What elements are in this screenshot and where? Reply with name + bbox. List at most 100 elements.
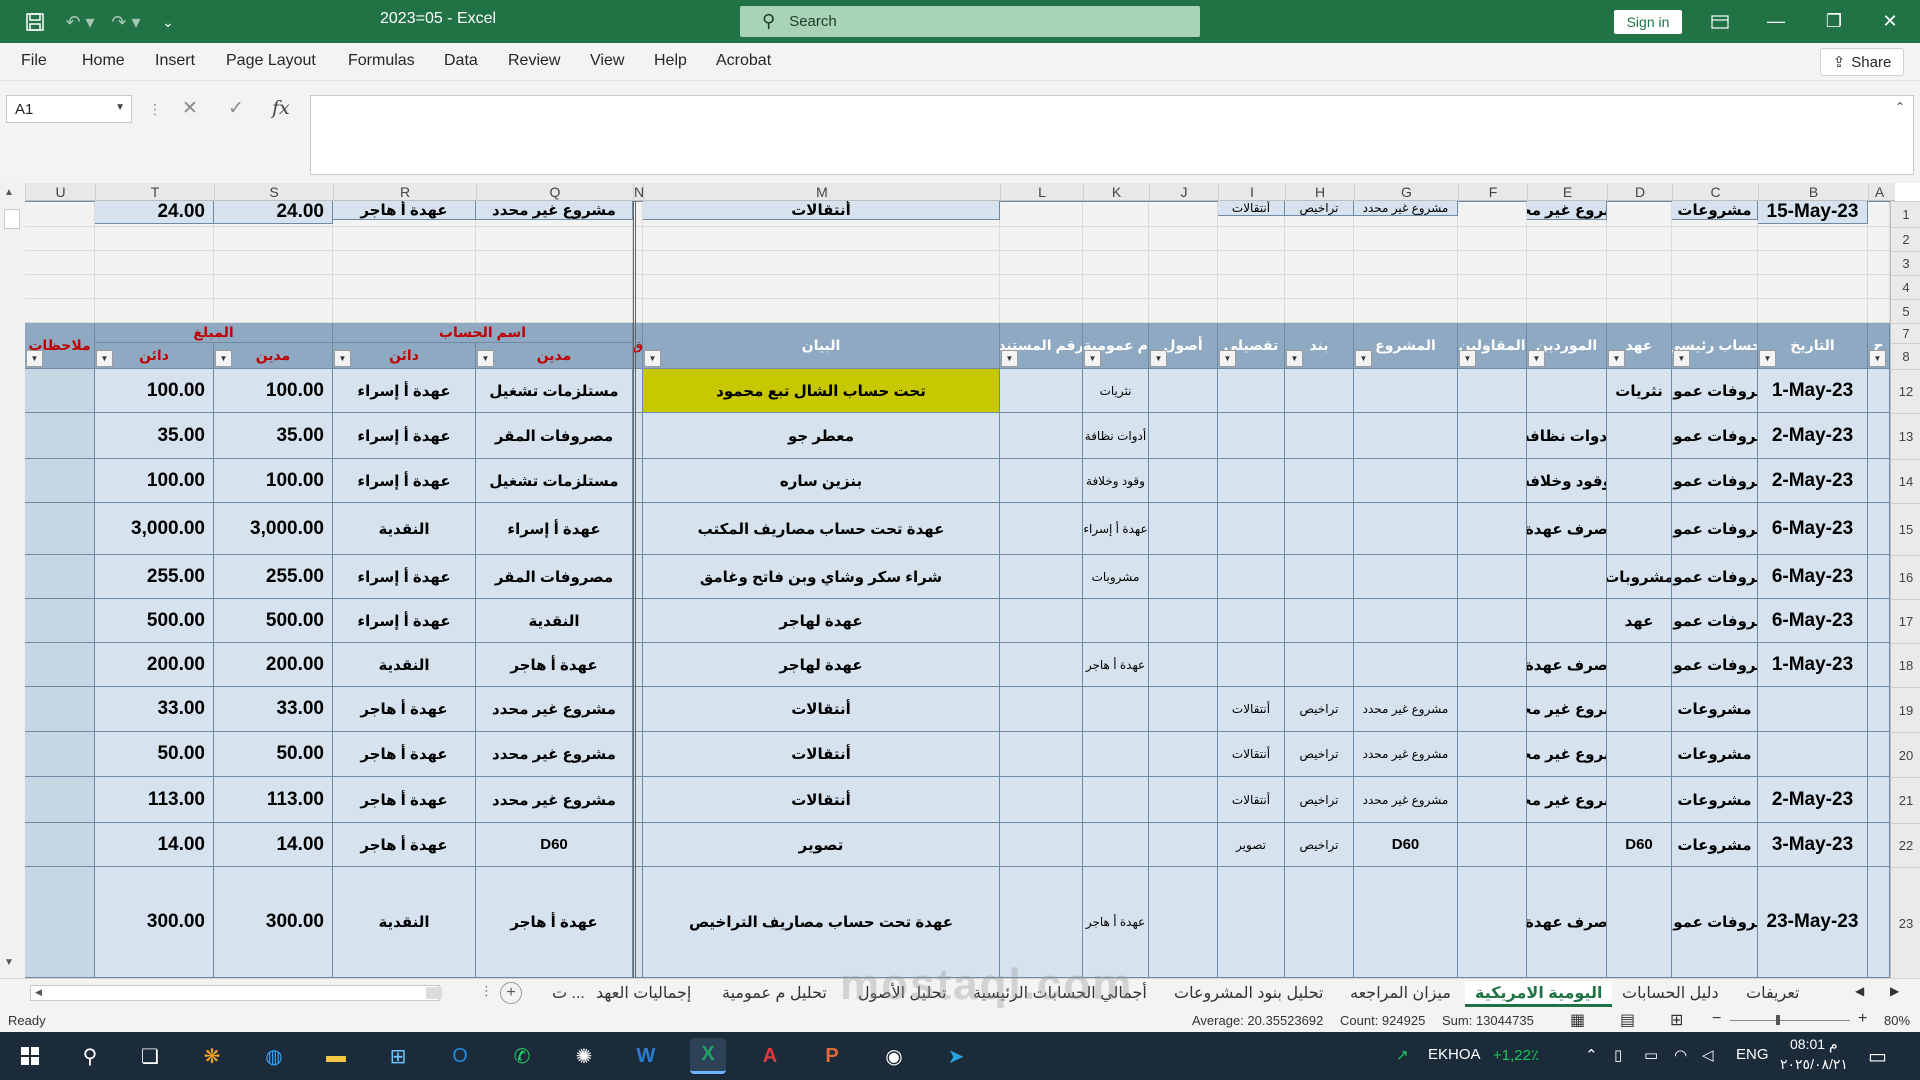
filter-dropdown-icon[interactable]: ▼ xyxy=(644,350,661,367)
scroll-up-icon[interactable]: ▲ xyxy=(4,187,14,198)
cancel-icon[interactable]: ✕ xyxy=(182,97,198,120)
debit-amount-cell[interactable]: 100.00 xyxy=(214,369,333,413)
tab-data[interactable]: Data xyxy=(444,52,478,70)
item-cell[interactable] xyxy=(1285,555,1354,599)
empty-cell[interactable] xyxy=(1527,275,1607,299)
debit-account-cell[interactable]: مصروفات المقر xyxy=(476,555,633,599)
custody-cell[interactable]: عهد xyxy=(1607,599,1672,643)
start-icon[interactable] xyxy=(12,1038,48,1074)
credit-amount-cell[interactable]: 300.00 xyxy=(95,867,214,978)
item-cell[interactable]: تراخيص xyxy=(1285,732,1354,777)
empty-cell[interactable] xyxy=(1149,227,1218,251)
custody-cell[interactable] xyxy=(1607,643,1672,687)
tab-formulas[interactable]: Formulas xyxy=(348,52,415,70)
zoom-out-icon[interactable]: − xyxy=(1712,1010,1721,1028)
empty-cell[interactable] xyxy=(1607,299,1672,323)
empty-cell[interactable] xyxy=(1758,299,1868,323)
item-cell[interactable]: تراخيص xyxy=(1285,777,1354,823)
empty-cell[interactable] xyxy=(1218,299,1285,323)
empty-cell[interactable] xyxy=(25,201,95,227)
empty-cell[interactable] xyxy=(333,275,476,299)
empty-cell[interactable] xyxy=(1354,251,1458,275)
zoom-level[interactable]: 80% xyxy=(1884,1013,1910,1028)
empty-cell[interactable] xyxy=(1083,227,1149,251)
detail-cell[interactable] xyxy=(1218,599,1285,643)
assets-cell[interactable] xyxy=(1149,687,1218,732)
debit-amount-cell[interactable]: 14.00 xyxy=(214,823,333,867)
credit-amount-cell[interactable]: 3,000.00 xyxy=(95,503,214,555)
row-header-20[interactable]: 20 xyxy=(1891,732,1920,777)
detail-cell[interactable]: أنتقالات xyxy=(1218,687,1285,732)
date-cell[interactable]: 2-May-23 xyxy=(1758,777,1868,823)
suppliers-cell[interactable]: وقود وخلافة xyxy=(1527,459,1607,503)
empty-cell[interactable] xyxy=(1000,275,1083,299)
debit-amount-cell[interactable]: 100.00 xyxy=(214,459,333,503)
doc-no-cell[interactable] xyxy=(1000,503,1083,555)
credit-amount-cell[interactable]: 14.00 xyxy=(95,823,214,867)
column-header-a[interactable]: A xyxy=(1868,183,1890,201)
empty-cell[interactable] xyxy=(214,251,333,275)
debit-account-cell[interactable]: عهدة أ هاجر xyxy=(476,643,633,687)
notes-cell[interactable] xyxy=(25,413,95,459)
assets-cell[interactable] xyxy=(1149,643,1218,687)
empty-cell[interactable] xyxy=(476,251,633,275)
header-main-account[interactable]: حساب رئيسي ▼ xyxy=(1672,323,1758,369)
main-account-cell[interactable]: مصروفات عمومية xyxy=(1672,413,1758,459)
project-cell[interactable] xyxy=(1354,503,1458,555)
tab-insert[interactable]: Insert xyxy=(155,52,195,70)
assets-cell[interactable] xyxy=(1149,777,1218,823)
partial-cell[interactable] xyxy=(1868,777,1890,823)
suppliers-cell[interactable] xyxy=(1527,369,1607,413)
column-header-t[interactable]: T xyxy=(95,183,214,201)
collapse-formula-bar-icon[interactable]: ⌃ xyxy=(1895,100,1905,114)
contractors-cell[interactable] xyxy=(1458,643,1527,687)
column-header-n[interactable]: N xyxy=(633,183,644,201)
doc-no-cell[interactable] xyxy=(1000,459,1083,503)
empty-cell[interactable] xyxy=(333,227,476,251)
empty-cell[interactable] xyxy=(1758,275,1868,299)
detail-cell[interactable] xyxy=(1218,369,1285,413)
partial-cell[interactable] xyxy=(1868,687,1890,732)
empty-cell[interactable] xyxy=(25,251,95,275)
header-account-credit[interactable]: دائن ▼ xyxy=(333,343,476,369)
empty-cell[interactable] xyxy=(333,299,476,323)
custody-cell[interactable] xyxy=(1607,503,1672,555)
custody-cell[interactable] xyxy=(1607,201,1672,202)
debit-account-cell[interactable]: D60 xyxy=(476,823,633,867)
zoom-in-icon[interactable]: + xyxy=(1858,1010,1867,1028)
item-cell[interactable]: تراخيص xyxy=(1285,201,1354,216)
partial-cell[interactable] xyxy=(1868,413,1890,459)
detail-cell[interactable] xyxy=(1218,867,1285,978)
doc-no-cell[interactable] xyxy=(1000,201,1083,202)
empty-cell[interactable] xyxy=(1607,201,1672,227)
item-cell[interactable]: تراخيص xyxy=(1285,687,1354,732)
partial-cell[interactable] xyxy=(1868,369,1890,413)
general-exp-cell[interactable] xyxy=(1083,201,1149,202)
statement-cell[interactable]: عهدة تحت حساب مصاريف التراخيص xyxy=(643,867,1000,978)
doc-no-cell[interactable] xyxy=(1000,777,1083,823)
empty-cell[interactable] xyxy=(1758,251,1868,275)
header-item[interactable]: بند ▼ xyxy=(1285,323,1354,369)
contractors-cell[interactable] xyxy=(1458,599,1527,643)
file-explorer-icon[interactable]: ▬ xyxy=(318,1038,354,1074)
doc-no-cell[interactable] xyxy=(1000,823,1083,867)
date-cell[interactable]: 23-May-23 xyxy=(1758,867,1868,978)
credit-account-cell[interactable]: عهدة أ إسراء xyxy=(333,599,476,643)
detail-cell[interactable]: تصوير xyxy=(1218,823,1285,867)
task-view-icon[interactable]: ❏ xyxy=(132,1038,168,1074)
share-button[interactable]: ⇪ Share xyxy=(1820,48,1904,76)
date-cell[interactable]: 3-May-23 xyxy=(1758,823,1868,867)
empty-cell[interactable] xyxy=(95,251,214,275)
column-header-g[interactable]: G xyxy=(1354,183,1458,201)
empty-cell[interactable] xyxy=(1083,275,1149,299)
empty-cell[interactable] xyxy=(1000,227,1083,251)
sheet-tab[interactable]: اليومية الامريكية xyxy=(1465,981,1613,1007)
empty-cell[interactable] xyxy=(1527,227,1607,251)
filter-dropdown-icon[interactable]: ▼ xyxy=(1528,350,1545,367)
partial-cell[interactable] xyxy=(1868,867,1890,978)
custody-cell[interactable]: D60 xyxy=(1607,823,1672,867)
store-icon[interactable]: ⊞ xyxy=(380,1038,416,1074)
credit-account-cell[interactable]: عهدة أ هاجر xyxy=(333,201,476,220)
empty-cell[interactable] xyxy=(25,275,95,299)
clock-date[interactable]: ٢٠٢٥/٠٨/٢١ xyxy=(1780,1056,1848,1073)
